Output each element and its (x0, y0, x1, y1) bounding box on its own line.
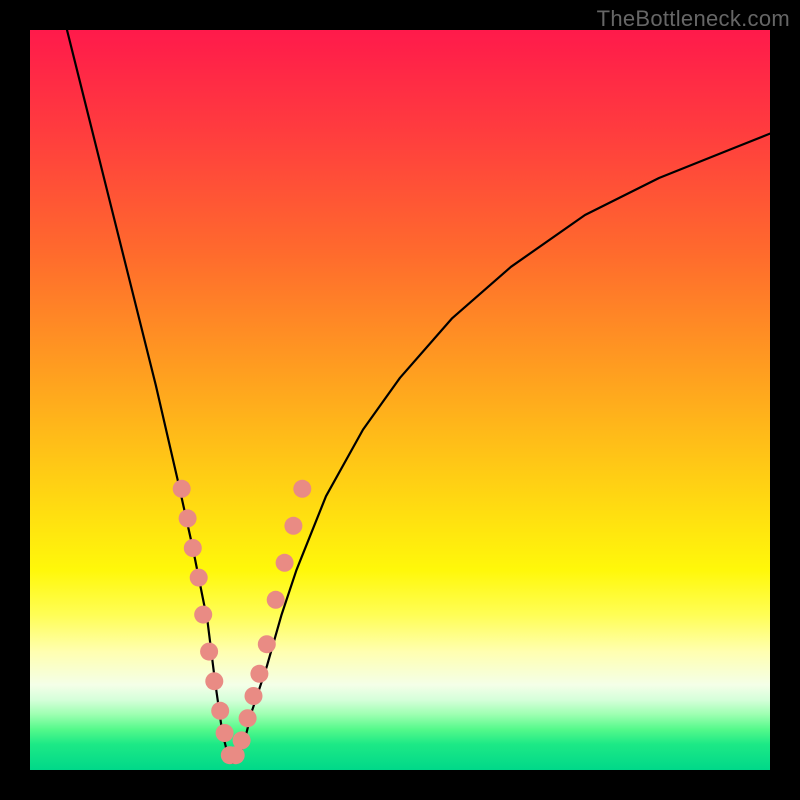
sample-dot (239, 709, 257, 727)
sample-dot (216, 724, 234, 742)
sample-dot (190, 569, 208, 587)
sample-dot (184, 539, 202, 557)
sample-dot (245, 687, 263, 705)
sample-dot (258, 635, 276, 653)
sample-dot (211, 702, 229, 720)
sample-dot (250, 665, 268, 683)
sample-dot (284, 517, 302, 535)
sample-dot (276, 554, 294, 572)
sample-dot (194, 606, 212, 624)
sample-dot (179, 509, 197, 527)
chart-frame: TheBottleneck.com (0, 0, 800, 800)
sample-dot (293, 480, 311, 498)
sample-dot (233, 731, 251, 749)
gradient-background (30, 30, 770, 770)
sample-dot (173, 480, 191, 498)
chart-svg (30, 30, 770, 770)
watermark-text: TheBottleneck.com (597, 6, 790, 32)
sample-dot (267, 591, 285, 609)
plot-area (30, 30, 770, 770)
sample-dot (200, 643, 218, 661)
sample-dot (205, 672, 223, 690)
